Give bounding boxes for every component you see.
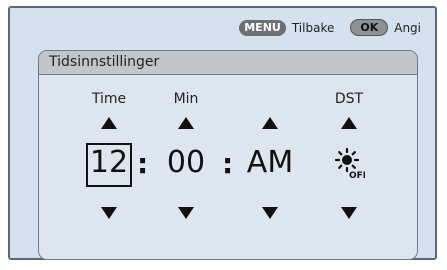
- time-settings-panel: Tidsinnstillinger Time Min DST 12 : 00 :…: [38, 50, 418, 260]
- dst-down-arrow-icon[interactable]: [341, 207, 357, 219]
- dst-up-arrow-icon[interactable]: [341, 117, 357, 129]
- ampm-up-arrow-icon[interactable]: [262, 117, 278, 129]
- minute-up-arrow-icon[interactable]: [178, 117, 194, 129]
- settings-screen: MENU Tilbake OK Angi Tidsinnstillinger T…: [8, 6, 437, 260]
- minute-label: Min: [173, 91, 199, 107]
- ok-key-badge: OK: [350, 19, 389, 36]
- minute-ampm-separator: :: [222, 147, 234, 180]
- dst-off-icon[interactable]: OFF: [334, 147, 369, 181]
- set-hint-label: Angi: [394, 20, 421, 35]
- minute-down-arrow-icon[interactable]: [178, 207, 194, 219]
- dst-label: DST: [334, 91, 364, 107]
- hour-minute-separator: :: [137, 147, 149, 180]
- back-hint-label: Tilbake: [291, 20, 335, 35]
- ampm-value[interactable]: AM: [242, 145, 298, 180]
- hour-up-arrow-icon[interactable]: [101, 117, 117, 129]
- hour-down-arrow-icon[interactable]: [101, 207, 117, 219]
- dst-state-text: OFF: [349, 171, 365, 180]
- hour-value[interactable]: 12: [86, 145, 132, 180]
- panel-title: Tidsinnstillinger: [39, 51, 417, 75]
- ampm-down-arrow-icon[interactable]: [262, 207, 278, 219]
- hour-label: Time: [91, 91, 127, 107]
- menu-key-badge: MENU: [239, 19, 286, 36]
- button-hints: MENU Tilbake OK Angi: [239, 19, 421, 36]
- minute-value[interactable]: 00: [163, 145, 209, 180]
